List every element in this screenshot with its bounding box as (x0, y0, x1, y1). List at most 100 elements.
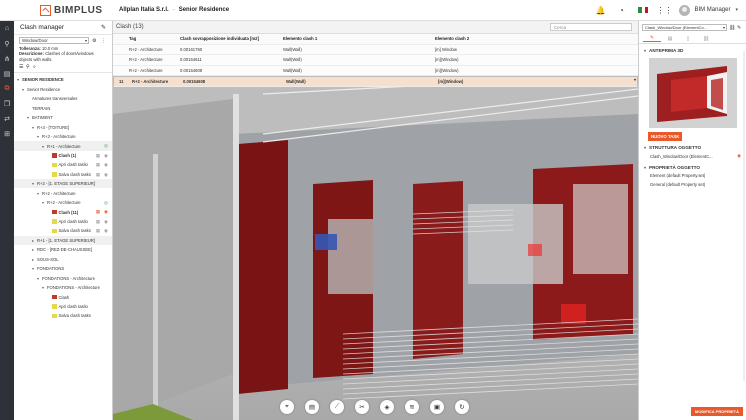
tree-node[interactable]: TERRAIN (14, 104, 112, 113)
tree-node[interactable]: Clash (14, 292, 112, 301)
hierarchy-icon[interactable]: ⊞ (0, 126, 14, 141)
tree-node[interactable]: Salva clash tasks ▦ ◉ (14, 170, 112, 179)
tree-node[interactable]: Apri clash taslio ▦ ◉ (14, 217, 112, 226)
clipboard-icon[interactable]: ▤ (305, 400, 319, 414)
location-pin-icon[interactable]: ⌖ (280, 400, 294, 414)
table-row[interactable]: R+2 - Architecture 0.00161760 Wall(Wall) [m… (113, 45, 638, 56)
search-icon[interactable]: ⌕ (33, 64, 40, 70)
collapse-icon[interactable]: ☰ (19, 64, 26, 70)
view-cube-icon[interactable]: ◈ (380, 400, 394, 414)
pin-icon[interactable]: ✎ (737, 25, 743, 31)
section-cut-icon[interactable]: ✂ (355, 400, 369, 414)
property-set-item[interactable]: Element (default Property.set) (639, 172, 746, 181)
tree-node[interactable]: ▾ R+2 - [1. ETAGE SUPERIEUR] (14, 179, 112, 189)
home-icon[interactable]: ⌂ (0, 21, 14, 36)
tab-clipboard-icon[interactable]: ▤ (661, 36, 679, 42)
layers-icon[interactable]: ❐ (0, 96, 14, 111)
grid-icon[interactable]: ▦ (95, 228, 101, 233)
eye-icon[interactable]: ◉ (103, 162, 109, 167)
language-flag-icon[interactable] (638, 7, 649, 13)
tree-node[interactable]: ▾ FONDATIONS - Architecture (14, 283, 112, 292)
grid-apps-icon[interactable]: ⋮⋮ (656, 5, 672, 15)
visible-check-icon[interactable]: ◎ (103, 143, 109, 148)
grid-icon[interactable]: ▦ (95, 172, 101, 177)
structure-item[interactable]: Clash_Window/Door (ElementC... ◉ (639, 152, 746, 161)
column-header-element-1[interactable]: Elemento clash 1 (283, 36, 435, 41)
building-3d-scene[interactable] (113, 34, 638, 420)
preview-section-title[interactable]: ANTEPRIMA 3D (639, 46, 746, 55)
column-header-element-2[interactable]: Elemento clash 2 (435, 36, 638, 41)
tree-node[interactable]: ▾ R+3 - [TOITURE] (14, 122, 112, 131)
tree-node[interactable]: ▾ R+2 - Architecture (14, 188, 112, 197)
eye-icon[interactable]: ◉ (103, 209, 109, 214)
tree-node[interactable]: ▾ R+1 - Architecture ◎ (14, 141, 112, 151)
grid-icon[interactable]: ▦ (95, 153, 101, 158)
eye-icon[interactable]: ◉ (103, 153, 109, 158)
tree-node[interactable]: ▸ RDC - [REZ-DE-CHAUSSEE] (14, 245, 112, 254)
avatar[interactable] (679, 4, 691, 16)
compare-icon[interactable]: ⇄ (0, 111, 14, 126)
table-row[interactable]: 11 R+2 - Architecture 0.00154608 Wall(Wall)… (113, 76, 638, 87)
tree-node[interactable]: ▾ SENIOR RESIDENCE (14, 75, 112, 84)
user-name[interactable]: BIM Manager (694, 7, 730, 13)
table-row[interactable]: R+2 - Architecture 0.00154608 Wall(Wall) [m… (113, 66, 638, 77)
properties-section-title[interactable]: PROPRIETÀ OGGETTO (639, 163, 746, 172)
table-row[interactable]: R+2 - Architecture 0.00154611 Wall(Wall) [m… (113, 55, 638, 66)
column-header-tag[interactable]: Tag (129, 36, 180, 41)
property-set-item[interactable]: General (default Property set) (639, 180, 746, 189)
scrollbar[interactable] (743, 51, 745, 381)
search-input[interactable]: Cerca (550, 23, 632, 31)
camera-icon[interactable]: ▣ (430, 400, 444, 414)
filter-icon[interactable]: ⚲ (26, 64, 33, 70)
tree-node[interactable]: Salva clash tasks ▦ ◉ (14, 226, 112, 235)
help-icon[interactable]: ◔ (616, 5, 626, 15)
grid-icon[interactable]: ▦ (95, 162, 101, 167)
tree-node[interactable]: Clash (1) ▦ ◉ (14, 151, 112, 160)
clash-rule-select[interactable]: Window/Door (19, 37, 89, 44)
visible-check-icon[interactable]: ◎ (103, 200, 109, 205)
tree-node[interactable]: ▸ SOUS-SOL (14, 255, 112, 264)
tab-link-icon[interactable]: ⛓ (697, 36, 715, 42)
eye-icon[interactable]: ◉ (737, 153, 741, 159)
tree-node[interactable]: ▾ FONDATIONS - Architecture (14, 273, 112, 282)
tab-document-icon[interactable]: ▯ (679, 36, 697, 42)
viewer-3d[interactable]: Clash (13) Cerca Tag Clash sovrapposizio… (113, 21, 638, 420)
reset-view-icon[interactable]: ↻ (455, 400, 469, 414)
tree-node[interactable]: ▾ FONDATIONS (14, 264, 112, 273)
measure-icon[interactable]: ⟋ (330, 400, 344, 414)
tree-node[interactable]: Clash (11) ▦ ◉ (14, 207, 112, 216)
tree-node[interactable]: ▾ R+2 - Architecture ◎ (14, 198, 112, 207)
tree-node[interactable]: ▸ R+1 - [1. ETAGE SUPERIEUR] (14, 235, 112, 246)
object-select[interactable]: Clash_Window/Door (ElementCo... (642, 24, 727, 31)
clipboard-icon[interactable]: ▤ (0, 66, 14, 81)
tree-icon[interactable]: ⋔ (0, 51, 14, 66)
app-logo[interactable]: BIMPLUS (40, 4, 112, 16)
eye-icon[interactable]: ◉ (103, 219, 109, 224)
pin-icon[interactable]: ✎ (101, 24, 106, 31)
tree-node[interactable]: Armatures transversales (14, 94, 112, 103)
filter-icon[interactable]: ⚲ (0, 36, 14, 51)
tree-node[interactable]: ▾ BATIMENT (14, 113, 112, 122)
chevron-down-icon[interactable]: ▾ (735, 7, 738, 13)
layers-icon[interactable]: ≋ (405, 400, 419, 414)
tree-node[interactable]: Salva clash tasks (14, 311, 112, 320)
more-icon[interactable]: ⋮ (101, 38, 107, 44)
tree-node[interactable]: Apri clash taslio ▦ ◉ (14, 160, 112, 169)
eye-icon[interactable]: ◉ (103, 228, 109, 233)
grid-icon[interactable]: ▦ (95, 209, 101, 214)
structure-section-title[interactable]: STRUTTURA OGGETTO (639, 143, 746, 152)
company-name[interactable]: Allplan Italia S.r.l. (119, 7, 169, 13)
grid-icon[interactable]: ▦ (95, 219, 101, 224)
column-header-overlap[interactable]: Clash sovrapposizione individuata [m2] (180, 36, 283, 41)
settings-icon[interactable]: ⚙ (92, 38, 98, 44)
tree-node[interactable]: ▾ R+3 - Architecture (14, 132, 112, 141)
tree-node[interactable]: ▾ Senior Residence (14, 85, 112, 94)
link-icon[interactable]: ⛓ (729, 25, 735, 31)
preview-3d-thumbnail[interactable] (649, 58, 737, 128)
project-name[interactable]: Senior Residence (179, 7, 229, 13)
tab-object-icon[interactable]: ✎ (643, 35, 661, 42)
clash-manager-icon[interactable]: ⧉ (0, 81, 14, 96)
eye-icon[interactable]: ◉ (103, 172, 109, 177)
new-task-button[interactable]: NUOVO TASK (648, 132, 683, 141)
tree-node[interactable]: Apri clash taslio (14, 302, 112, 311)
